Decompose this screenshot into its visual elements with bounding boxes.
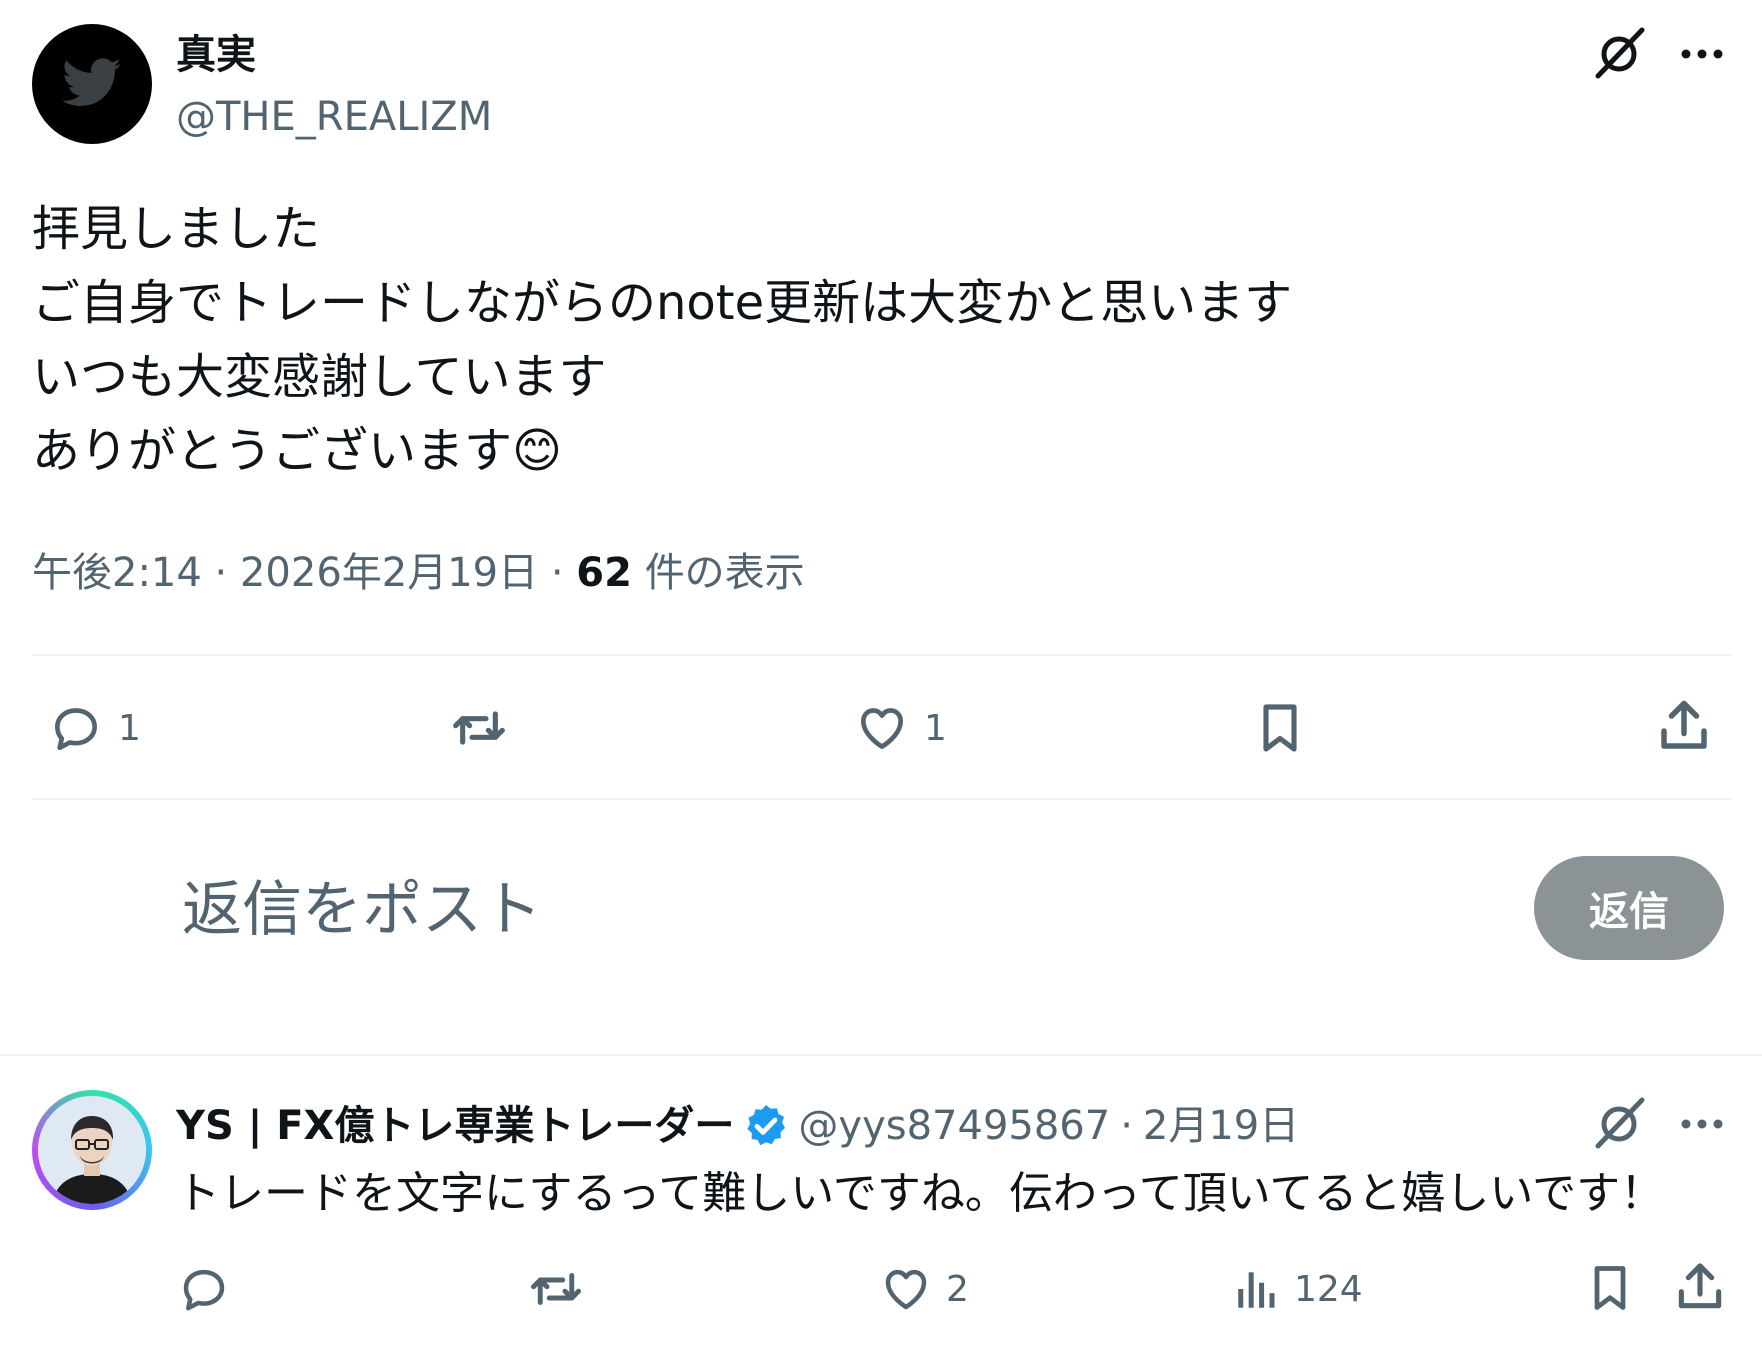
author-handle[interactable]: @THE_REALIZM: [176, 92, 492, 142]
repost-button[interactable]: [526, 1262, 586, 1316]
repost-icon: [453, 711, 505, 745]
reply-count: 1: [118, 707, 141, 749]
more-dots-icon[interactable]: [1672, 1094, 1732, 1154]
share-button[interactable]: [1654, 696, 1714, 756]
bookmark-button[interactable]: [1584, 1258, 1636, 1318]
like-button[interactable]: 1: [852, 700, 947, 756]
tweet-meta: 午後2:14 · 2026年2月19日 · 62 件の表示: [32, 550, 805, 596]
tweet-body-line: ありがとうございます😊: [32, 423, 563, 479]
reply-icon: [55, 708, 97, 751]
reply-author-avatar[interactable]: [32, 1090, 152, 1210]
reply-author-name[interactable]: YS | FX億トレ専業トレーダー: [176, 1098, 734, 1154]
reply-input[interactable]: 返信をポスト: [182, 870, 542, 950]
reply-button[interactable]: [176, 1262, 232, 1316]
section-divider: [0, 1054, 1762, 1056]
like-count: 1: [924, 707, 947, 749]
like-count: 2: [946, 1268, 969, 1310]
author-avatar[interactable]: [32, 24, 152, 144]
bookmark-icon: [1263, 704, 1297, 752]
bookmark-button[interactable]: [1252, 696, 1308, 760]
views-count: 62: [576, 550, 632, 596]
views-chart-icon: [1238, 1272, 1275, 1308]
reply-icon: [183, 1269, 225, 1311]
reply-author-handle[interactable]: @yys87495867: [798, 1098, 1110, 1154]
more-dots-icon[interactable]: [1672, 24, 1732, 84]
like-button[interactable]: 2: [878, 1262, 969, 1316]
tweet-time[interactable]: 午後2:14: [32, 550, 202, 596]
reply-body: トレードを文字にするって難しいですね。伝わって頂いてると嬉しいです！: [176, 1168, 1665, 1219]
heart-icon: [861, 708, 903, 749]
smile-emoji: 😊: [512, 423, 563, 479]
views-label: 件の表示: [644, 550, 805, 596]
tweet-body-line: 拝見しました: [32, 201, 321, 257]
reply-date[interactable]: 2月19日: [1143, 1098, 1299, 1154]
reply-submit-button[interactable]: 返信: [1534, 856, 1724, 960]
tweet-body-line: いつも大変感謝しています: [32, 349, 607, 405]
repost-button[interactable]: [446, 700, 512, 756]
share-icon: [1678, 1263, 1722, 1309]
author-name[interactable]: 真実: [176, 30, 256, 80]
divider: [32, 798, 1732, 800]
tweet-body: 拝見しました ご自身でトレードしながらのnote更新は大変かと思います いつも大…: [32, 192, 1292, 488]
divider: [32, 654, 1732, 656]
reply-button[interactable]: 1: [46, 700, 141, 756]
reply-header: YS | FX億トレ専業トレーダー @yys87495867 · 2月19日: [176, 1098, 1299, 1154]
share-icon: [1661, 700, 1707, 749]
repost-icon: [531, 1273, 581, 1305]
heart-icon: [885, 1269, 927, 1310]
view-count: 124: [1294, 1268, 1363, 1310]
grok-icon[interactable]: [1592, 1094, 1650, 1152]
views-button[interactable]: 124: [1232, 1262, 1363, 1316]
tweet-date[interactable]: 2026年2月19日: [240, 550, 538, 596]
bookmark-icon: [1594, 1266, 1626, 1310]
verified-badge-icon: [747, 1105, 786, 1146]
person-avatar-icon: [38, 1096, 146, 1204]
tweet-body-line: ご自身でトレードしながらのnote更新は大変かと思います: [32, 275, 1293, 331]
grok-icon[interactable]: [1592, 24, 1650, 82]
share-button[interactable]: [1672, 1258, 1728, 1316]
bird-logo-icon: [62, 58, 121, 106]
